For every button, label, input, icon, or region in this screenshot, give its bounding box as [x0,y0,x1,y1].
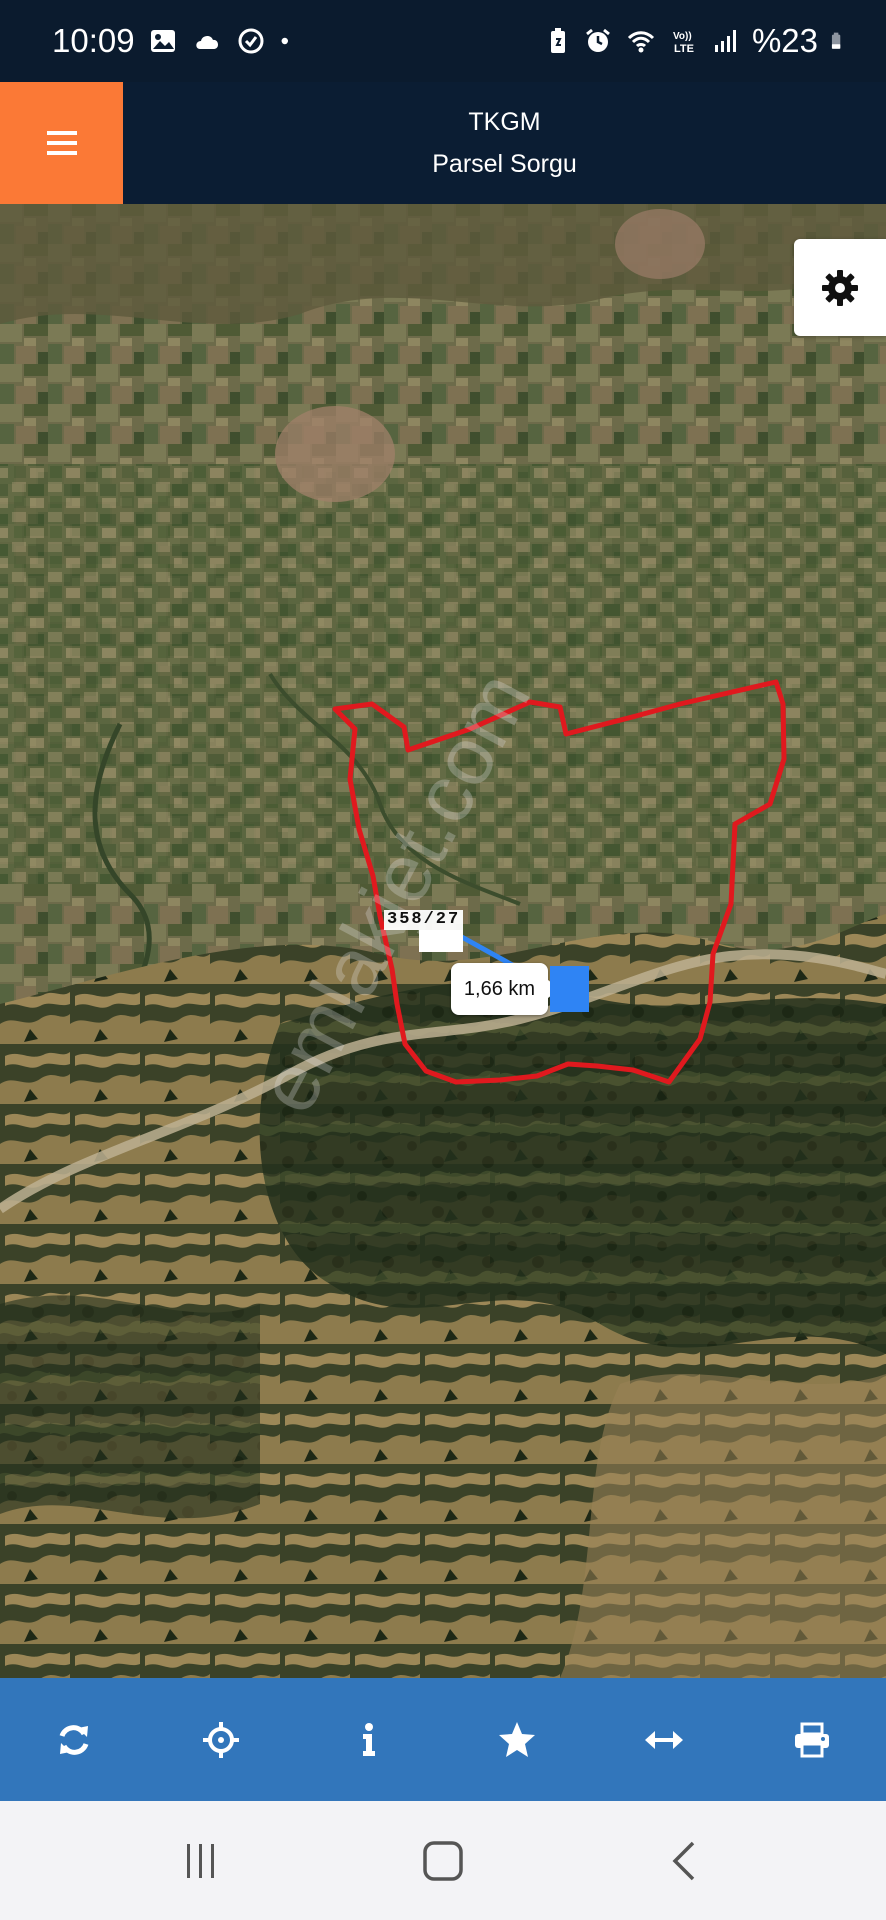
crosshair-locate-icon [203,1721,240,1758]
recents-button[interactable] [161,1821,241,1901]
back-icon [672,1841,695,1880]
battery-percent: %23 [751,22,818,59]
parcel-label-box [419,930,463,952]
measure-marker[interactable] [550,966,589,1012]
status-left: 10:09 [52,22,297,60]
image-icon [150,30,175,52]
measure-button[interactable] [624,1700,704,1780]
star-icon [498,1721,535,1757]
status-time: 10:09 [52,22,135,59]
home-button[interactable] [403,1821,483,1901]
back-button[interactable] [645,1821,725,1901]
alarm-icon [586,28,610,52]
distance-bubble: 1,66 km [451,963,560,1015]
locate-button[interactable] [181,1700,261,1780]
menu-button[interactable] [0,82,123,204]
system-nav-bar [0,1801,886,1920]
hamburger-menu-icon [46,131,77,155]
cloud-icon [195,35,218,49]
dot-icon [281,37,288,45]
app-subtitle: Parsel Sorgu [432,150,577,178]
status-bar: 10:09 Vo)) LTE %23 [0,0,886,82]
status-right: Vo)) LTE %23 [544,22,848,60]
wifi-icon [627,31,654,53]
volte-icon: Vo))LTE [673,31,694,55]
sync-icon [238,28,264,54]
refresh-button[interactable] [34,1700,114,1780]
app-header: TKGM Parsel Sorgu [0,82,886,204]
recents-icon [187,1843,214,1878]
battery-icon [831,32,841,49]
settings-button[interactable] [794,239,886,336]
print-button[interactable] [772,1700,852,1780]
refresh-icon [59,1724,89,1755]
measure-arrows-icon [645,1730,684,1749]
svg-text:LTE: LTE [674,43,694,55]
print-icon [795,1722,830,1757]
favorite-button[interactable] [477,1700,557,1780]
svg-text:Vo)): Vo)) [673,31,692,42]
parcel-number-label[interactable]: 358/27 [384,910,464,930]
gear-icon [822,269,858,306]
battery-saver-icon [550,28,565,53]
app-title: TKGM [468,108,541,136]
header-title-block: TKGM Parsel Sorgu [123,82,886,204]
info-button[interactable] [329,1700,409,1780]
home-icon [423,1840,463,1881]
info-icon [363,1722,376,1756]
bottom-toolbar [0,1678,886,1801]
signal-icon [714,30,736,52]
